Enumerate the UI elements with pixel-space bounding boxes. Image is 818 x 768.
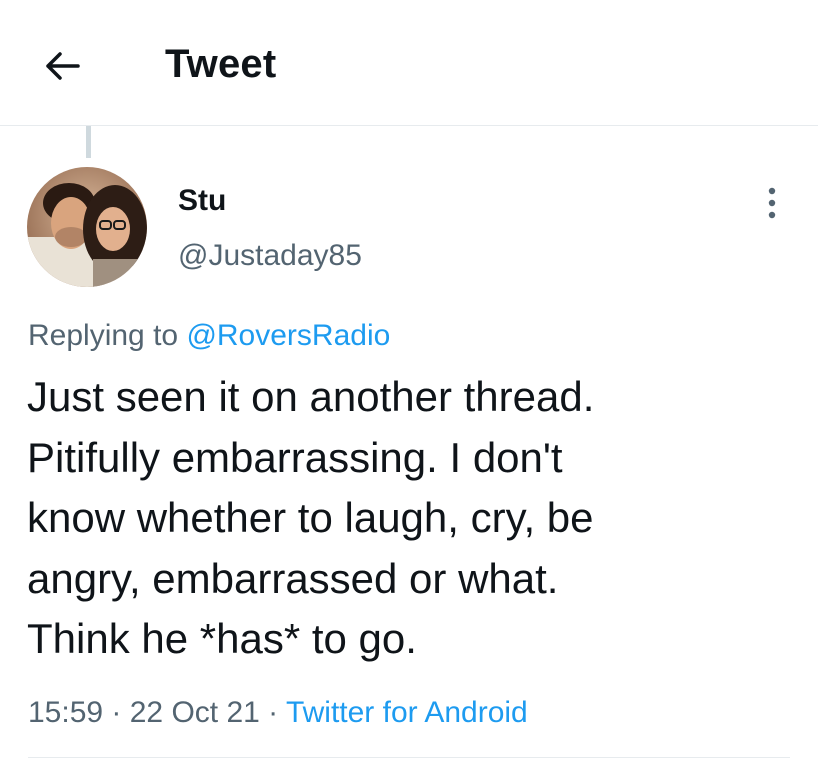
reply-prefix: Replying to (28, 319, 187, 352)
meta-separator: · (103, 696, 130, 729)
reply-mention-link[interactable]: @RoversRadio (186, 319, 390, 352)
avatar[interactable] (27, 167, 147, 287)
reply-context: Replying to @RoversRadio (28, 318, 390, 354)
vertical-ellipsis-icon (768, 187, 776, 219)
author-display-name[interactable]: Stu (178, 183, 226, 219)
more-options-button[interactable] (752, 180, 792, 226)
tweet-time[interactable]: 15:59 (28, 696, 103, 729)
tweet-date[interactable]: 22 Oct 21 (130, 696, 260, 729)
tweet-text-line: Pitifully embarrassing. I don't (27, 433, 563, 481)
divider (28, 757, 790, 758)
tweet-text-line: know whether to laugh, cry, be (27, 494, 594, 541)
tweet-text: Just seen it on another thread. Pitifull… (27, 367, 797, 670)
profile-photo (27, 167, 147, 287)
tweet-text-line: Think he *has* to go. (27, 615, 417, 662)
tweet-text-line: angry, embarrassed or what. (27, 554, 559, 602)
arrow-left-icon (46, 52, 80, 80)
meta-separator: · (259, 696, 286, 729)
back-button[interactable] (40, 44, 84, 88)
thread-connector-line (86, 126, 91, 158)
tweet-text-line: Just seen it on another thread. (27, 373, 595, 420)
page-title: Tweet (165, 42, 277, 86)
tweet-source-link[interactable]: Twitter for Android (286, 696, 528, 729)
tweet-metadata: 15:59 · 22 Oct 21 · Twitter for Android (28, 695, 528, 731)
author-handle[interactable]: @Justaday85 (178, 238, 362, 274)
top-app-bar: Tweet (0, 0, 818, 126)
